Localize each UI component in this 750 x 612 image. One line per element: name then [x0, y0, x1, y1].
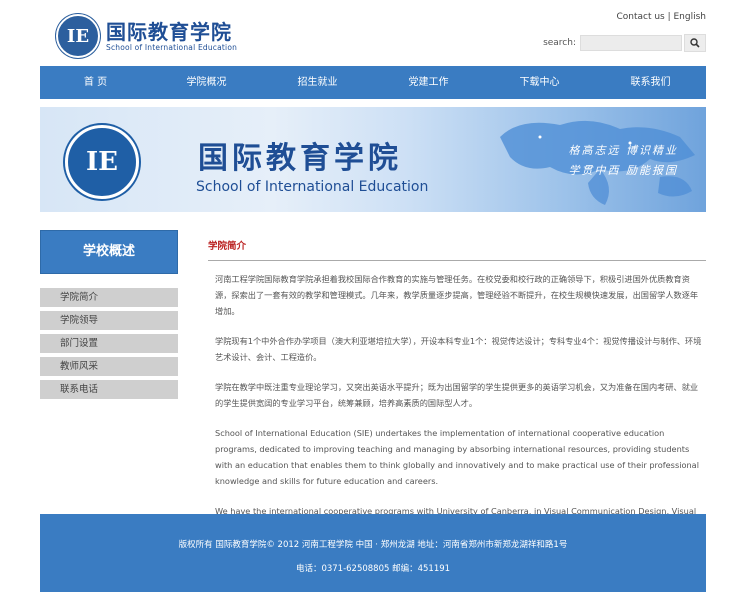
banner-title-cn: 国际教育学院 [198, 141, 402, 176]
nav-item-overview[interactable]: 学院概况 [151, 66, 262, 99]
nav-item-party[interactable]: 党建工作 [373, 66, 484, 99]
nav-item-home[interactable]: 首 页 [40, 66, 151, 99]
footer-contact: 电话：0371-62508805 邮编：451191 [295, 564, 451, 574]
site-footer: 版权所有 国际教育学院© 2012 河南工程学院 中国 · 郑州龙湖 地址：河南… [40, 514, 706, 592]
sidebar-heading: 学校概述 [40, 230, 178, 274]
sidebar-item-departments[interactable]: 部门设置 [40, 334, 178, 353]
sidebar-item-intro[interactable]: 学院简介 [40, 288, 178, 307]
sidebar: 学校概述 学院简介 学院领导 部门设置 教师风采 联系电话 [40, 230, 178, 403]
contact-us-link[interactable]: Contact us [616, 12, 664, 22]
top-links: Contact us | English [616, 12, 706, 22]
search-bar: search: [543, 34, 706, 52]
nav-item-contact[interactable]: 联系我们 [595, 66, 706, 99]
nav-item-admissions[interactable]: 招生就业 [262, 66, 373, 99]
site-header: IE 国际教育学院 School of International Educat… [40, 0, 706, 66]
sidebar-item-teachers[interactable]: 教师风采 [40, 357, 178, 376]
banner-seal: IE [65, 125, 139, 199]
banner-slogan: 格高志远 博识精业 学贯中西 励能报国 [569, 141, 679, 181]
search-input[interactable] [580, 35, 682, 51]
slogan-line-1: 格高志远 博识精业 [568, 144, 678, 157]
sidebar-menu: 学院简介 学院领导 部门设置 教师风采 联系电话 [40, 288, 178, 399]
site-logo[interactable]: IE 国际教育学院 School of International Educat… [56, 14, 237, 58]
banner-title-en: School of International Education [196, 179, 429, 195]
paragraph: 河南工程学院国际教育学院承担着我校国际合作教育的实施与管理任务。在校党委和校行政… [215, 274, 699, 316]
logo-title-en: School of International Education [106, 42, 238, 52]
paragraph: 学院在教学中既注重专业理论学习，又突出英语水平提升；既为出国留学的学生提供更多的… [215, 382, 699, 408]
slogan-line-2: 学贯中西 励能报国 [568, 164, 678, 177]
logo-seal: IE [56, 14, 100, 58]
article-body: 河南工程学院国际教育学院承担着我校国际合作教育的实施与管理任务。在校党委和校行政… [208, 261, 706, 535]
search-label: search: [543, 38, 576, 48]
sidebar-item-phone[interactable]: 联系电话 [40, 380, 178, 399]
english-link[interactable]: English [674, 12, 707, 22]
search-button[interactable] [684, 34, 706, 52]
sidebar-item-leaders[interactable]: 学院领导 [40, 311, 178, 330]
logo-text: 国际教育学院 School of International Education [106, 21, 237, 52]
main-nav: 首 页 学院概况 招生就业 党建工作 下载中心 联系我们 [40, 66, 706, 99]
logo-title-cn: 国际教育学院 [106, 19, 232, 44]
main-content: 学院简介 河南工程学院国际教育学院承担着我校国际合作教育的实施与管理任务。在校党… [208, 238, 706, 549]
paragraph: 学院现有1个中外合作办学项目（澳大利亚堪培拉大学），开设本科专业1个：视觉传达设… [215, 336, 702, 362]
search-icon [690, 38, 700, 48]
top-links-separator: | [664, 12, 674, 22]
paragraph: School of International Education (SIE) … [215, 428, 699, 486]
hero-banner: IE 国际教育学院 School of International Educat… [40, 107, 706, 212]
page-title: 学院简介 [208, 238, 706, 261]
footer-copyright: 版权所有 国际教育学院© 2012 河南工程学院 中国 · 郑州龙湖 地址：河南… [178, 540, 568, 550]
nav-item-downloads[interactable]: 下载中心 [484, 66, 595, 99]
